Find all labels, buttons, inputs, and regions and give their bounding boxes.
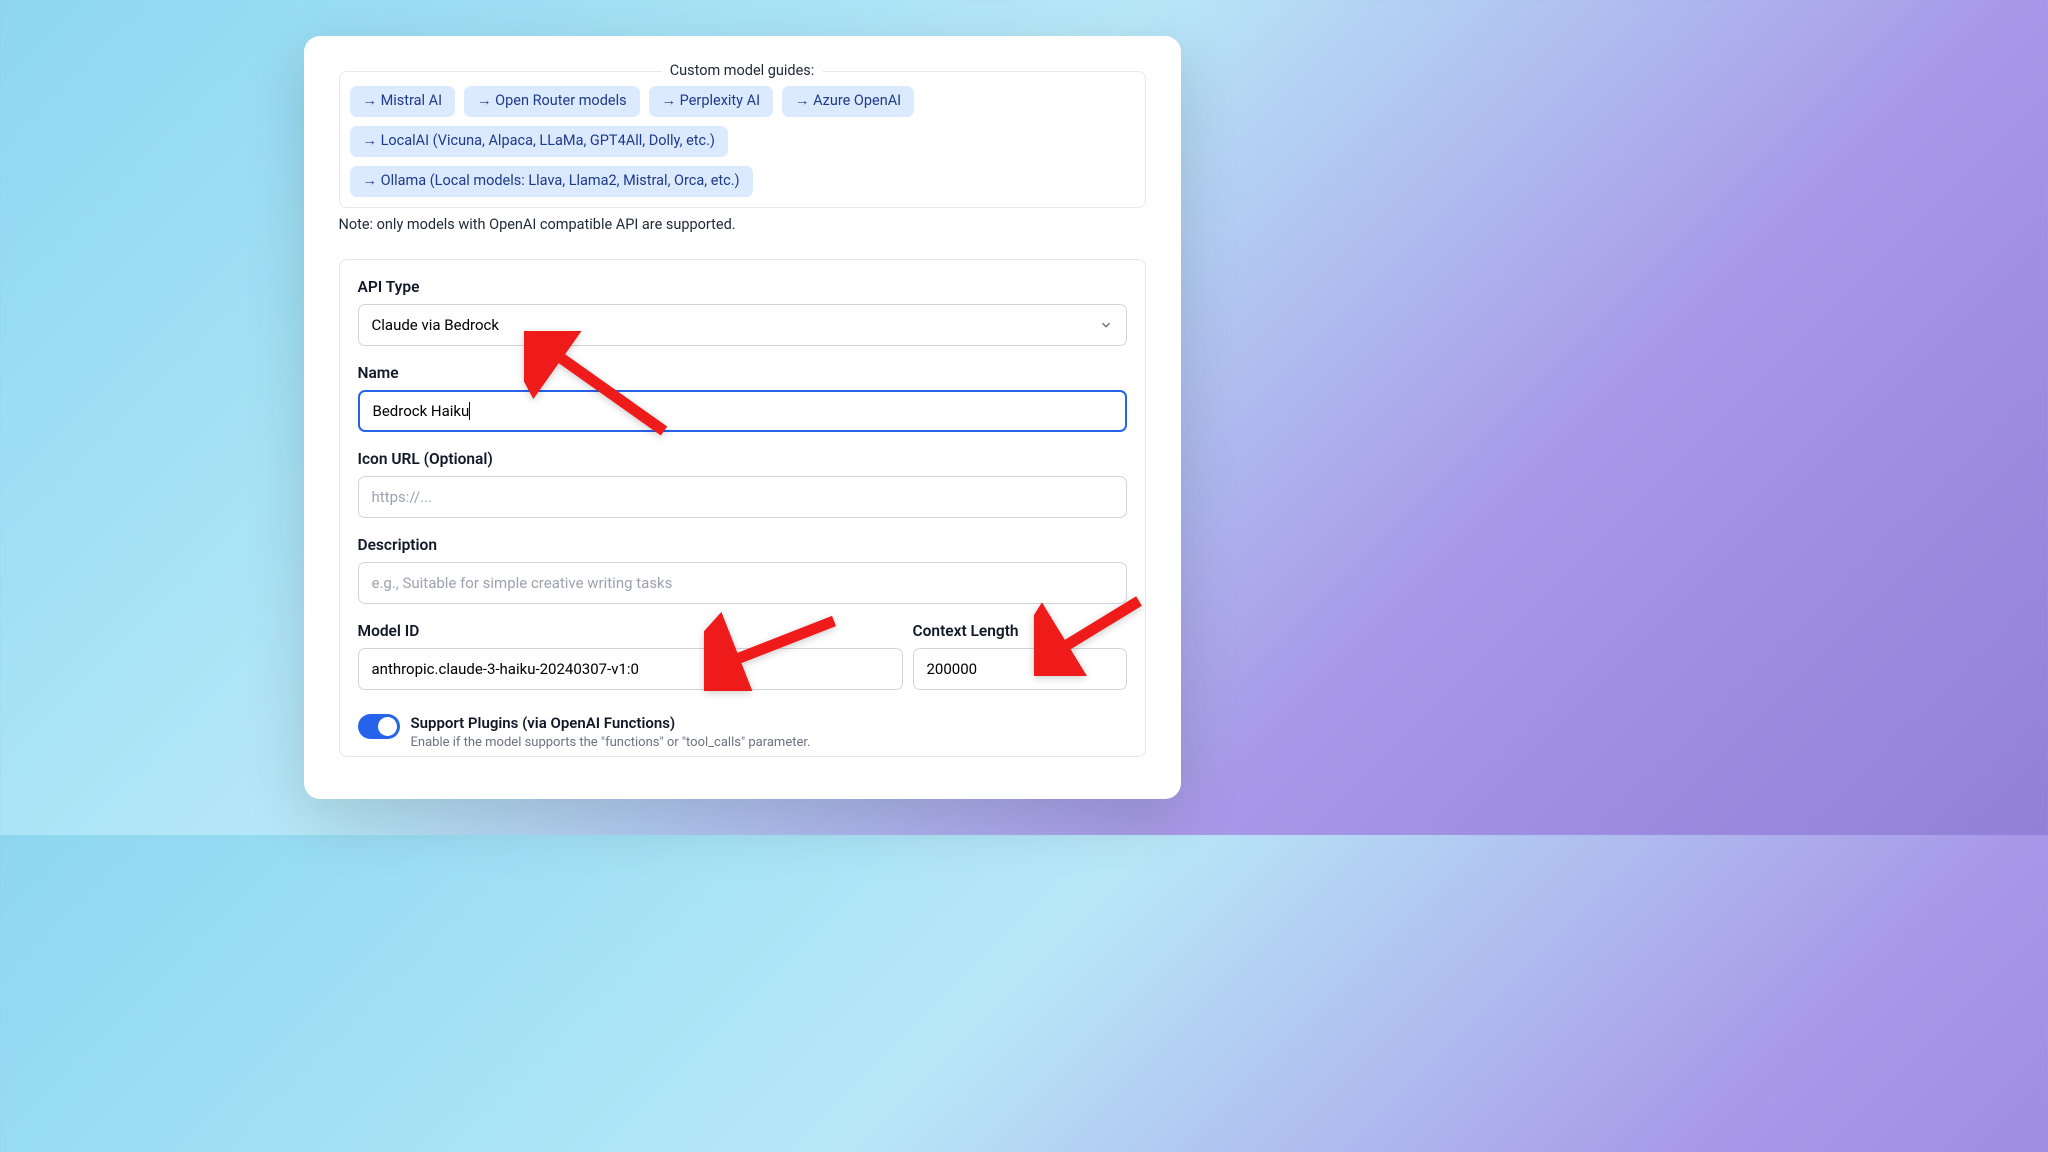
guide-chip-mistral[interactable]: → Mistral AI	[350, 86, 456, 117]
api-type-select[interactable]: Claude via Bedrock	[358, 304, 1127, 346]
icon-url-input[interactable]	[358, 476, 1127, 518]
icon-url-label: Icon URL (Optional)	[358, 450, 1127, 468]
plugins-toggle-subtitle: Enable if the model supports the "functi…	[411, 735, 811, 750]
context-length-input[interactable]	[913, 648, 1127, 690]
guide-chip-openrouter[interactable]: → Open Router models	[464, 86, 640, 117]
name-label: Name	[358, 364, 1127, 382]
name-value: Bedrock Haiku	[373, 402, 470, 420]
guides-title: Custom model guides:	[662, 62, 823, 79]
name-input[interactable]: Bedrock Haiku	[358, 390, 1127, 432]
guide-chip-ollama[interactable]: → Ollama (Local models: Llava, Llama2, M…	[350, 166, 753, 197]
api-type-value: Claude via Bedrock	[372, 316, 499, 334]
api-type-label: API Type	[358, 278, 1127, 296]
guide-chip-azure-openai[interactable]: → Azure OpenAI	[782, 86, 914, 117]
compat-note: Note: only models with OpenAI compatible…	[339, 216, 1146, 233]
guide-chip-perplexity[interactable]: → Perplexity AI	[649, 86, 773, 117]
custom-model-guides-box: Custom model guides: → Mistral AI → Open…	[339, 71, 1146, 208]
description-input[interactable]	[358, 562, 1127, 604]
description-label: Description	[358, 536, 1127, 554]
model-form: API Type Claude via Bedrock Name Bedrock…	[339, 259, 1146, 758]
guide-chips: → Mistral AI → Open Router models → Perp…	[350, 86, 1135, 197]
text-caret	[469, 402, 470, 420]
chevron-down-icon	[1099, 318, 1113, 332]
settings-window: Custom model guides: → Mistral AI → Open…	[304, 36, 1181, 799]
context-length-label: Context Length	[913, 622, 1127, 640]
guide-chip-localai[interactable]: → LocalAI (Vicuna, Alpaca, LLaMa, GPT4Al…	[350, 126, 728, 157]
support-plugins-toggle[interactable]	[358, 714, 400, 739]
model-id-label: Model ID	[358, 622, 903, 640]
plugins-toggle-title: Support Plugins (via OpenAI Functions)	[411, 714, 811, 734]
model-id-input[interactable]	[358, 648, 903, 690]
